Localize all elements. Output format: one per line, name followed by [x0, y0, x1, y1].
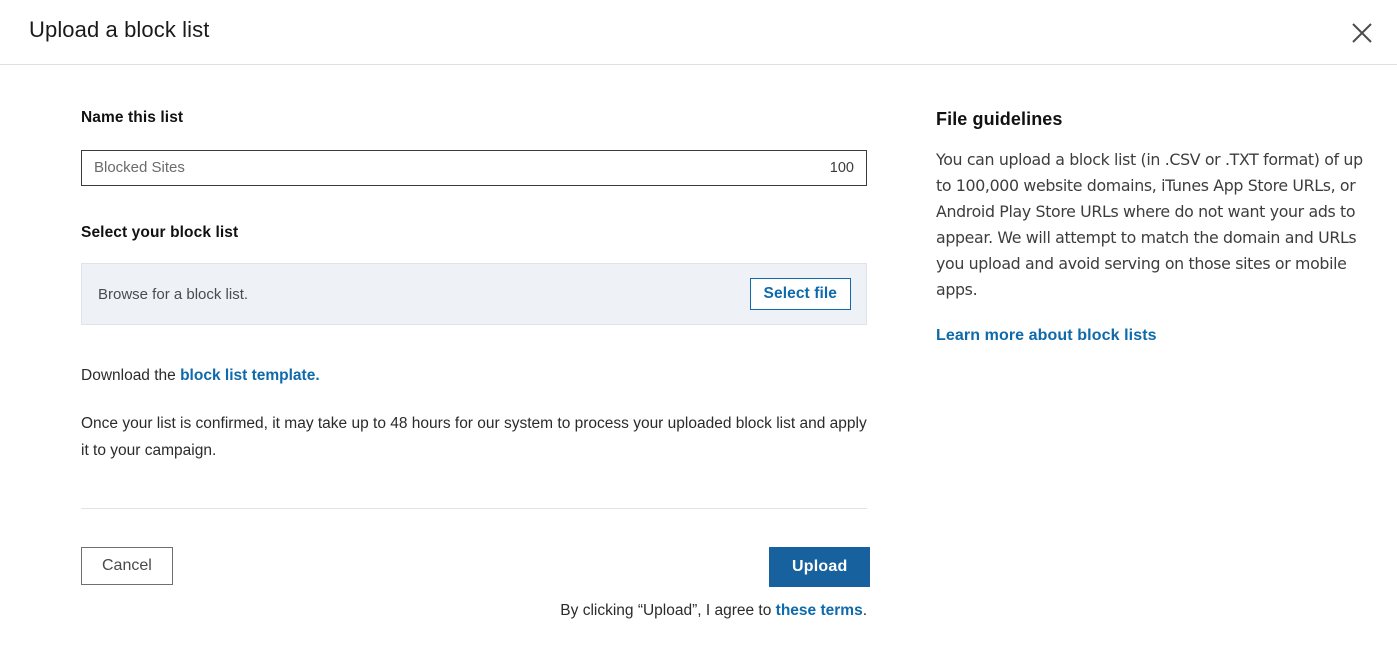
terms-agreement: By clicking “Upload”, I agree to these t…: [81, 602, 867, 620]
terms-prefix: By clicking “Upload”, I agree to: [560, 602, 776, 619]
close-icon: [1350, 21, 1374, 45]
name-list-label: Name this list: [81, 109, 184, 126]
character-counter: 100: [829, 160, 854, 176]
modal-header: Upload a block list: [0, 0, 1397, 65]
download-template-line: Download the block list template.: [81, 367, 320, 385]
download-template-prefix: Download the: [81, 367, 181, 384]
page-title: Upload a block list: [29, 17, 210, 42]
learn-more-link[interactable]: Learn more about block lists: [936, 327, 1157, 345]
file-guidelines-title: File guidelines: [936, 109, 1063, 129]
processing-note: Once your list is confirmed, it may take…: [81, 415, 867, 459]
these-terms-link[interactable]: these terms: [776, 602, 863, 619]
upload-button[interactable]: Upload: [769, 547, 871, 588]
close-button[interactable]: [1343, 14, 1381, 52]
file-browse-hint: Browse for a block list.: [98, 285, 249, 303]
footer-divider: [81, 508, 867, 509]
list-name-input[interactable]: [82, 151, 830, 185]
select-blocklist-label: Select your block list: [81, 224, 239, 241]
select-file-button[interactable]: Select file: [749, 277, 851, 311]
block-list-template-link[interactable]: block list template.: [180, 367, 320, 384]
file-guidelines-body: You can upload a block list (in .CSV or …: [936, 150, 1363, 299]
cancel-button[interactable]: Cancel: [81, 547, 173, 586]
file-select-area: Browse for a block list. Select file: [81, 263, 867, 325]
terms-suffix: .: [862, 602, 867, 619]
name-list-input-wrapper[interactable]: 100: [81, 150, 867, 186]
